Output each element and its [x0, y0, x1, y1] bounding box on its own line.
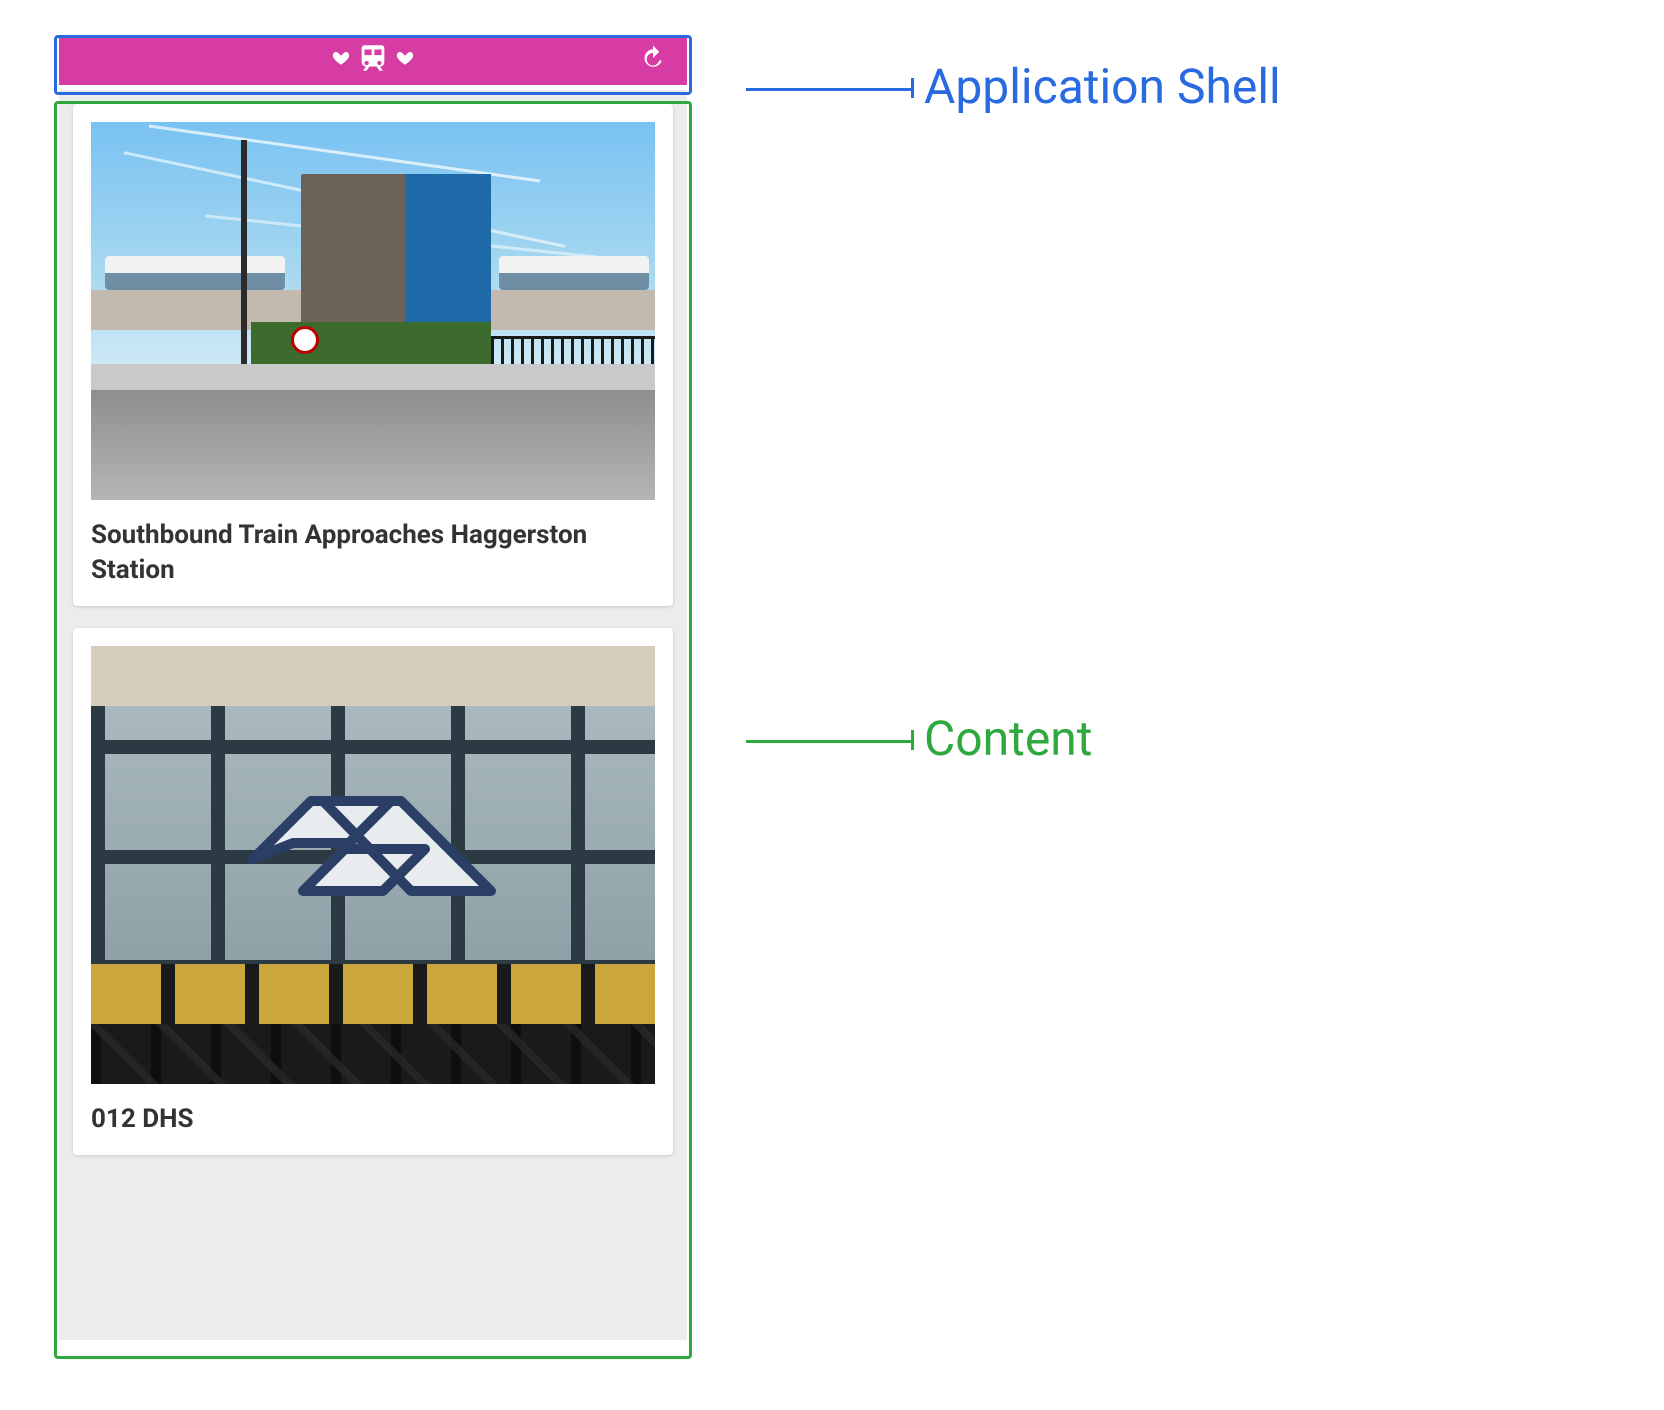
leader-line-shell [746, 88, 912, 91]
content-card[interactable]: Southbound Train Approaches Haggerston S… [73, 104, 673, 606]
content-area: Southbound Train Approaches Haggerston S… [59, 90, 687, 1340]
label-application-shell: Application Shell [924, 58, 1281, 115]
train-hearts-icon [356, 41, 390, 79]
leader-tick-shell [911, 78, 914, 98]
app-bar [59, 35, 687, 85]
heart-icon [396, 49, 414, 71]
refresh-button[interactable] [638, 43, 668, 77]
card-image [91, 646, 655, 1084]
ns-logo-icon [233, 771, 513, 915]
refresh-icon [638, 43, 668, 73]
card-title: Southbound Train Approaches Haggerston S… [91, 518, 655, 588]
leader-line-content [746, 740, 912, 743]
heart-icon [332, 49, 350, 71]
content-card[interactable]: 012 DHS [73, 628, 673, 1155]
card-title: 012 DHS [91, 1102, 655, 1137]
card-image [91, 122, 655, 500]
app-logo [332, 41, 414, 79]
leader-tick-content [911, 730, 914, 750]
label-content: Content [924, 710, 1093, 767]
phone-mock: Southbound Train Approaches Haggerston S… [54, 35, 692, 1340]
